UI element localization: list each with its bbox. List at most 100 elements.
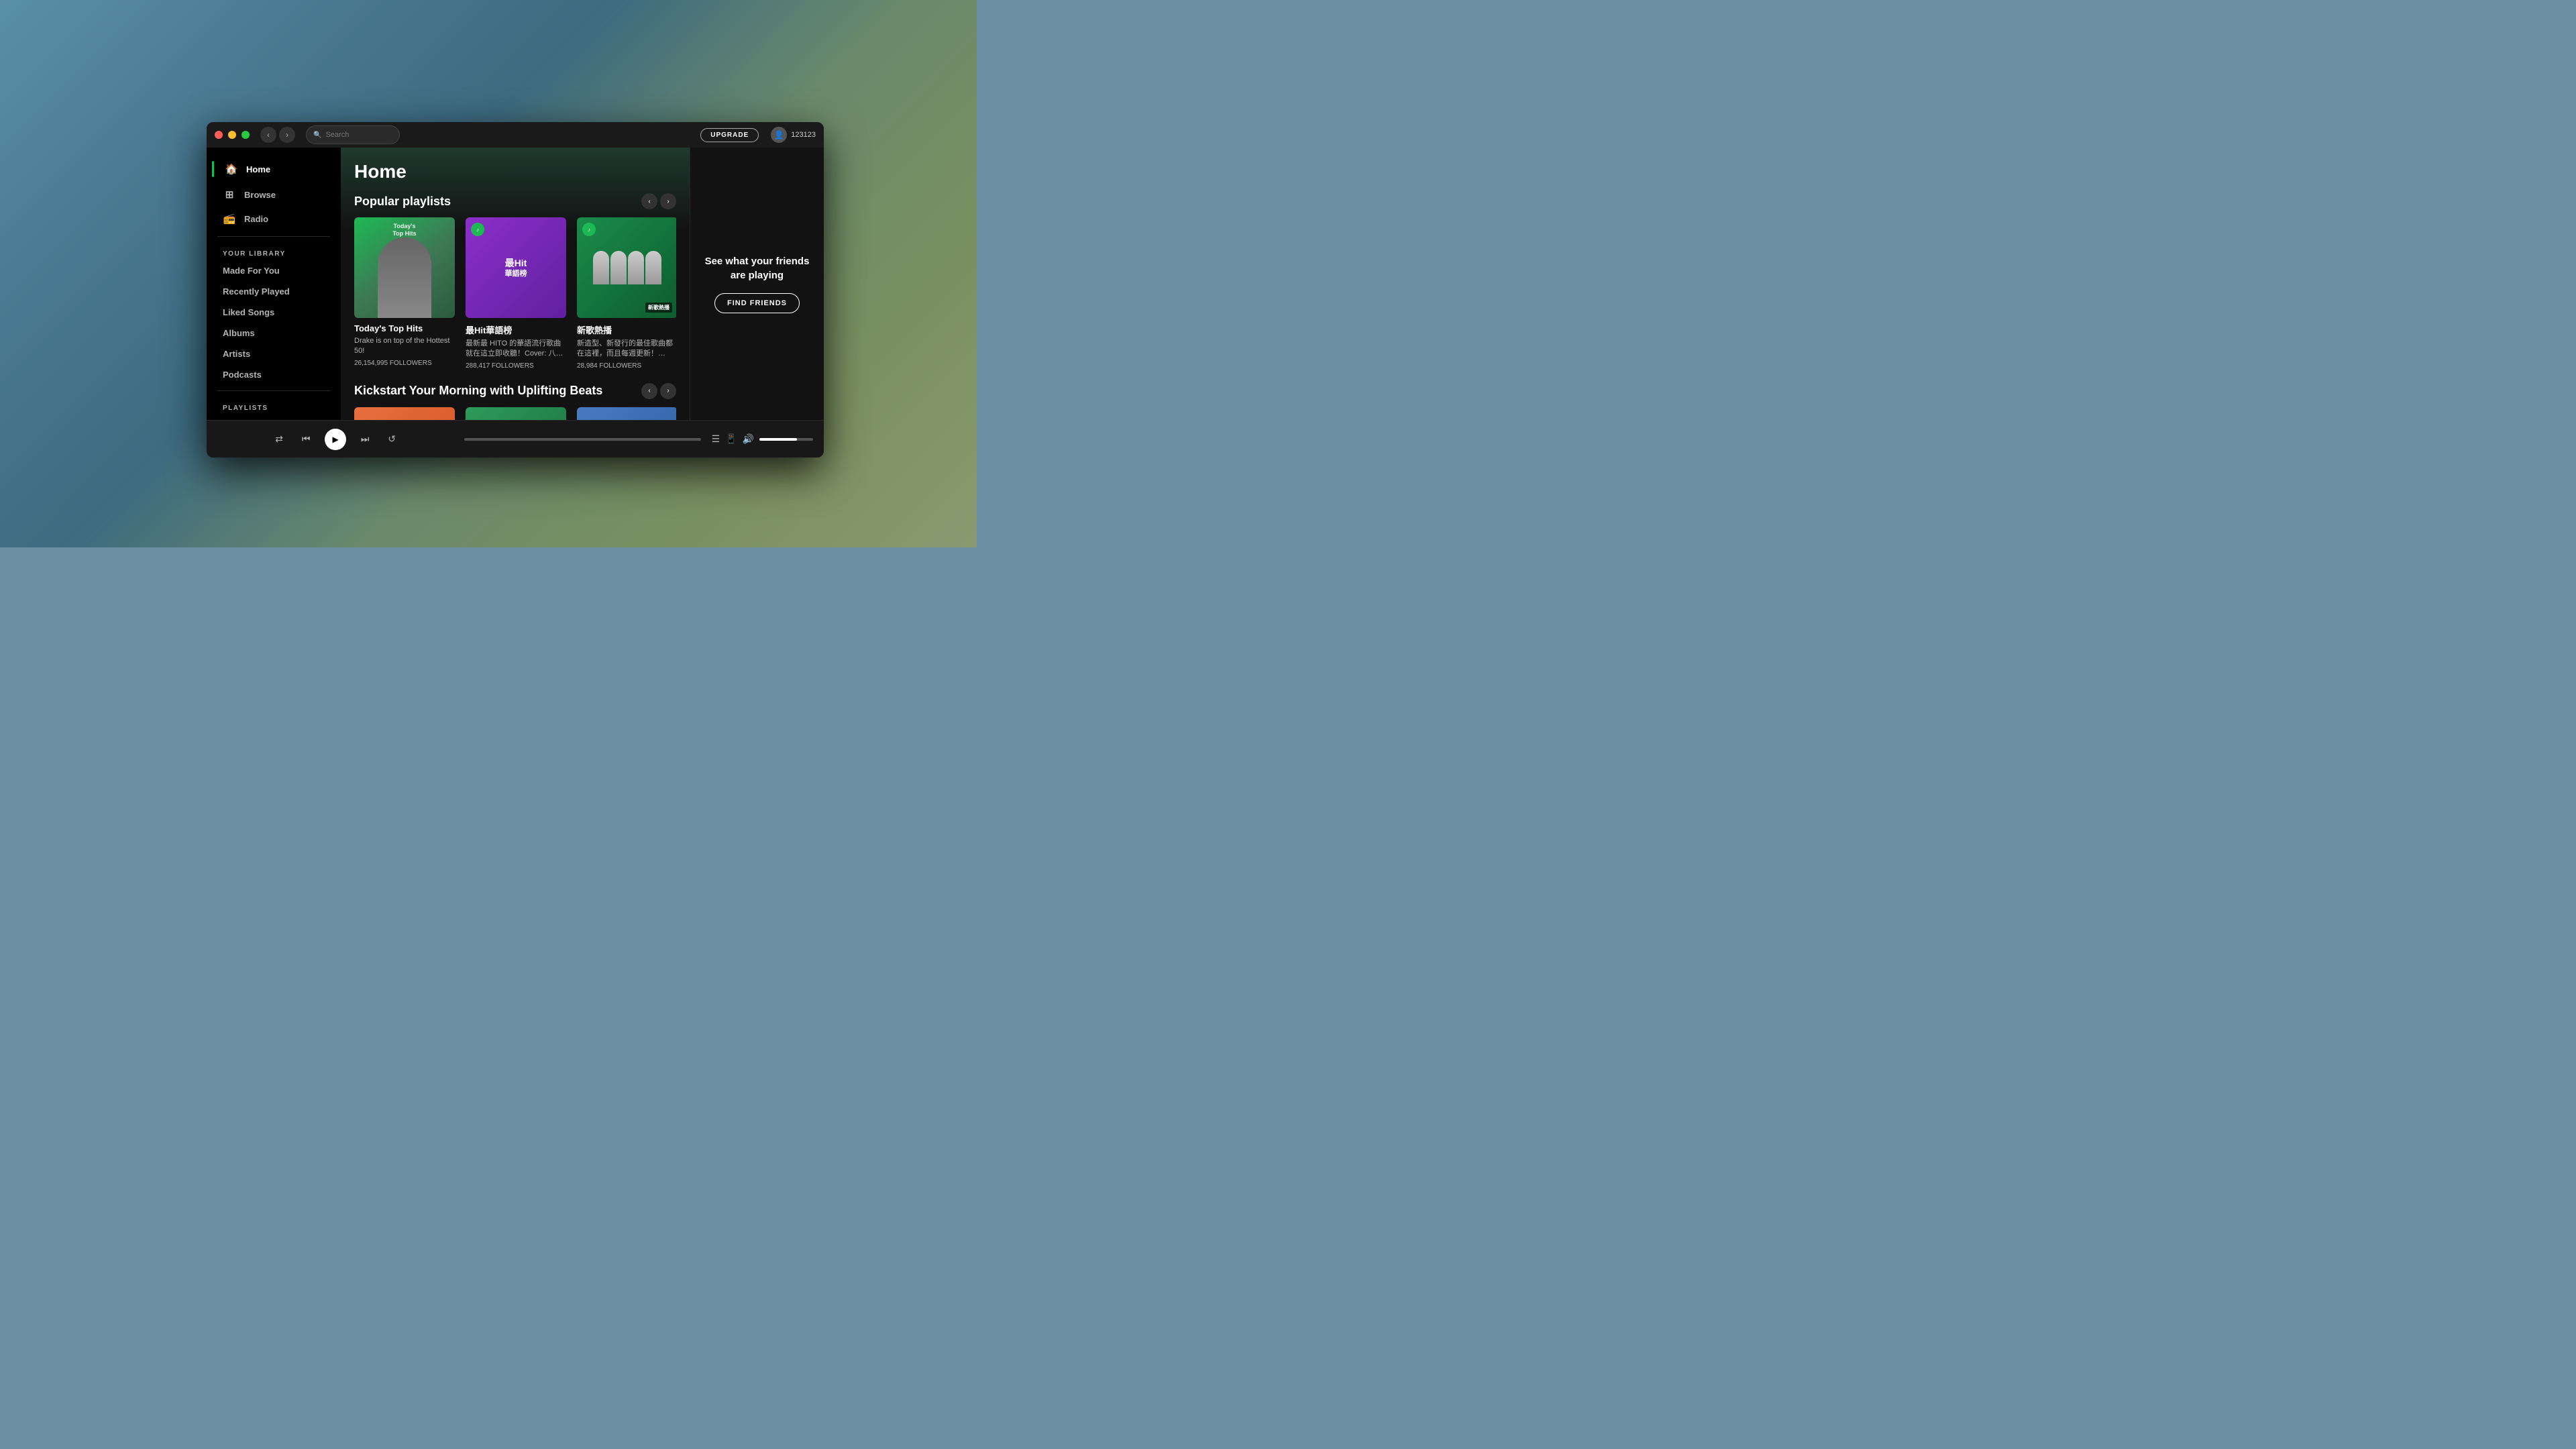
sidebar-divider-2 — [217, 390, 330, 391]
shuffle-button[interactable]: ⇄ — [271, 431, 287, 447]
sidebar-nav: 🏠 Home ⊞ Browse 📻 Radio — [207, 156, 341, 231]
next-button[interactable]: ⏭ — [357, 431, 373, 447]
morning-card-1[interactable] — [354, 407, 455, 420]
card-top-hits-title: Today's Top Hits — [354, 323, 455, 333]
play-hito-button[interactable]: ▶ — [502, 254, 529, 281]
liked-songs-label: Liked Songs — [223, 307, 274, 317]
card-hito-followers: 288,417 FOLLOWERS — [466, 362, 566, 370]
sidebar: 🏠 Home ⊞ Browse 📻 Radio YOUR LIBRARY Mad… — [207, 148, 341, 420]
morning-nav-prev-button[interactable]: ‹ — [641, 383, 657, 399]
sidebar-divider-1 — [217, 236, 330, 237]
card-top-hits-followers: 26,154,995 FOLLOWERS — [354, 360, 455, 367]
title-bar: ‹ › 🔍 UPGRADE 👤 123123 — [207, 122, 824, 148]
morning-card-3-bg: 全球人氣榜 — [577, 407, 676, 420]
search-icon: 🔍 — [313, 131, 321, 139]
player-bar: ⇄ ⏮ ▶ ⏭ ↺ ☰ 📱 🔊 — [207, 420, 824, 458]
morning-card-2-bg — [466, 407, 566, 420]
radio-label: Radio — [244, 214, 268, 224]
sidebar-item-albums[interactable]: Albums — [212, 323, 335, 343]
albums-label: Albums — [223, 328, 255, 338]
minimize-button[interactable] — [228, 131, 236, 139]
queue-icon[interactable]: ☰ — [712, 433, 720, 445]
morning-section-nav: ‹ › — [641, 383, 676, 399]
card-hito[interactable]: 最Hit 華語榜 ♪ ▶ 最Hit華語榜 最新最 HITO 的華語流行歌曲就在這… — [466, 217, 566, 370]
morning-section-title: Kickstart Your Morning with Uplifting Be… — [354, 384, 602, 398]
back-button[interactable]: ‹ — [260, 127, 276, 143]
forward-button[interactable]: › — [279, 127, 295, 143]
progress-bar-container[interactable] — [464, 438, 700, 441]
username-label: 123123 — [791, 131, 816, 139]
find-friends-button[interactable]: FIND FRIENDS — [714, 293, 800, 313]
card-xinge-desc: 新造型、新發行的最佳歌曲都在這裡，而且每週更新！Cover: (G)-IDLE — [577, 339, 676, 360]
volume-fill — [759, 438, 797, 441]
page-title: Home — [354, 161, 676, 182]
made-for-you-label: Made For You — [223, 266, 280, 276]
nav-buttons: ‹ › — [260, 127, 295, 143]
prev-button[interactable]: ⏮ — [298, 431, 314, 447]
playlists-nav: + New Playlist — [207, 415, 341, 420]
volume-bar[interactable] — [759, 438, 813, 441]
popular-playlists-header: Popular playlists ‹ › — [354, 193, 676, 209]
active-indicator — [212, 161, 214, 177]
morning-card-2-img — [466, 407, 566, 420]
morning-card-2[interactable] — [466, 407, 566, 420]
nav-prev-button[interactable]: ‹ — [641, 193, 657, 209]
card-hito-title: 最Hit華語榜 — [466, 323, 566, 336]
card-top-hits-desc: Drake is on top of the Hottest 50! — [354, 336, 455, 357]
library-section-title: YOUR LIBRARY — [207, 242, 341, 260]
popular-playlists-row: Today'sTop Hits ▶ Today's Top Hits Drake… — [354, 217, 676, 370]
search-input[interactable] — [325, 131, 392, 139]
nav-next-button[interactable]: › — [660, 193, 676, 209]
player-controls: ⇄ ⏮ ▶ ⏭ ↺ — [217, 429, 453, 450]
sidebar-item-made-for-you[interactable]: Made For You — [212, 260, 335, 281]
morning-section: Kickstart Your Morning with Uplifting Be… — [354, 383, 676, 420]
sidebar-item-artists[interactable]: Artists — [212, 343, 335, 364]
section-nav: ‹ › — [641, 193, 676, 209]
card-hito-desc: 最新最 HITO 的華語流行歌曲就在這立即收聽！Cover: 八三夭 — [466, 339, 566, 360]
search-bar[interactable]: 🔍 — [306, 125, 400, 144]
main-content: 🏠 Home ⊞ Browse 📻 Radio YOUR LIBRARY Mad… — [207, 148, 824, 420]
volume-icon[interactable]: 🔊 — [743, 433, 754, 445]
progress-bar — [464, 438, 700, 441]
library-nav: Made For You Recently Played Liked Songs… — [207, 260, 341, 385]
playlists-section-title: PLAYLISTS — [207, 396, 341, 415]
artists-label: Artists — [223, 349, 250, 359]
morning-card-1-img — [354, 407, 455, 420]
new-playlist-button[interactable]: + New Playlist — [212, 415, 335, 420]
morning-card-1-bg — [354, 407, 455, 420]
friends-title: See what your friends are playing — [704, 254, 810, 282]
podcasts-label: Podcasts — [223, 370, 262, 380]
card-top-hits[interactable]: Today'sTop Hits ▶ Today's Top Hits Drake… — [354, 217, 455, 370]
sidebar-item-recently-played[interactable]: Recently Played — [212, 281, 335, 302]
sidebar-item-radio[interactable]: 📻 Radio — [212, 207, 335, 231]
close-button[interactable] — [215, 131, 223, 139]
morning-cards-row: 全球人氣榜 — [354, 407, 676, 420]
home-label: Home — [246, 164, 270, 174]
card-xinge-followers: 28,984 FOLLOWERS — [577, 362, 676, 370]
user-icon: 👤 — [771, 127, 787, 143]
upgrade-button[interactable]: UPGRADE — [700, 128, 759, 142]
play-pause-button[interactable]: ▶ — [325, 429, 346, 450]
card-xinge[interactable]: 新歌熱播 ♪ ▶ 新歌熱播 新造型、新發行的最佳歌曲都在這裡，而且每週更新！Co… — [577, 217, 676, 370]
home-icon: 🏠 — [225, 162, 238, 176]
card-xinge-img-container: 新歌熱播 ♪ ▶ — [577, 217, 676, 318]
sidebar-item-browse[interactable]: ⊞ Browse — [212, 182, 335, 207]
friends-panel: See what your friends are playing FIND F… — [690, 148, 824, 420]
morning-nav-next-button[interactable]: › — [660, 383, 676, 399]
sidebar-item-liked-songs[interactable]: Liked Songs — [212, 302, 335, 323]
repeat-button[interactable]: ↺ — [384, 431, 400, 447]
app-window: ‹ › 🔍 UPGRADE 👤 123123 🏠 Home ⊞ — [207, 122, 824, 458]
card-top-hits-img-container: Today'sTop Hits ▶ — [354, 217, 455, 318]
play-top-hits-button[interactable]: ▶ — [391, 254, 418, 281]
maximize-button[interactable] — [241, 131, 250, 139]
user-badge[interactable]: 👤 123123 — [771, 127, 816, 143]
card-hito-img-container: 最Hit 華語榜 ♪ ▶ — [466, 217, 566, 318]
devices-icon[interactable]: 📱 — [725, 433, 737, 445]
sidebar-item-podcasts[interactable]: Podcasts — [212, 364, 335, 385]
radio-icon: 📻 — [223, 212, 236, 225]
morning-card-3[interactable]: 全球人氣榜 — [577, 407, 676, 420]
browse-label: Browse — [244, 190, 276, 200]
popular-playlists-title: Popular playlists — [354, 195, 451, 209]
play-xinge-button[interactable]: ▶ — [614, 254, 641, 281]
sidebar-item-home[interactable]: 🏠 Home — [212, 156, 335, 182]
